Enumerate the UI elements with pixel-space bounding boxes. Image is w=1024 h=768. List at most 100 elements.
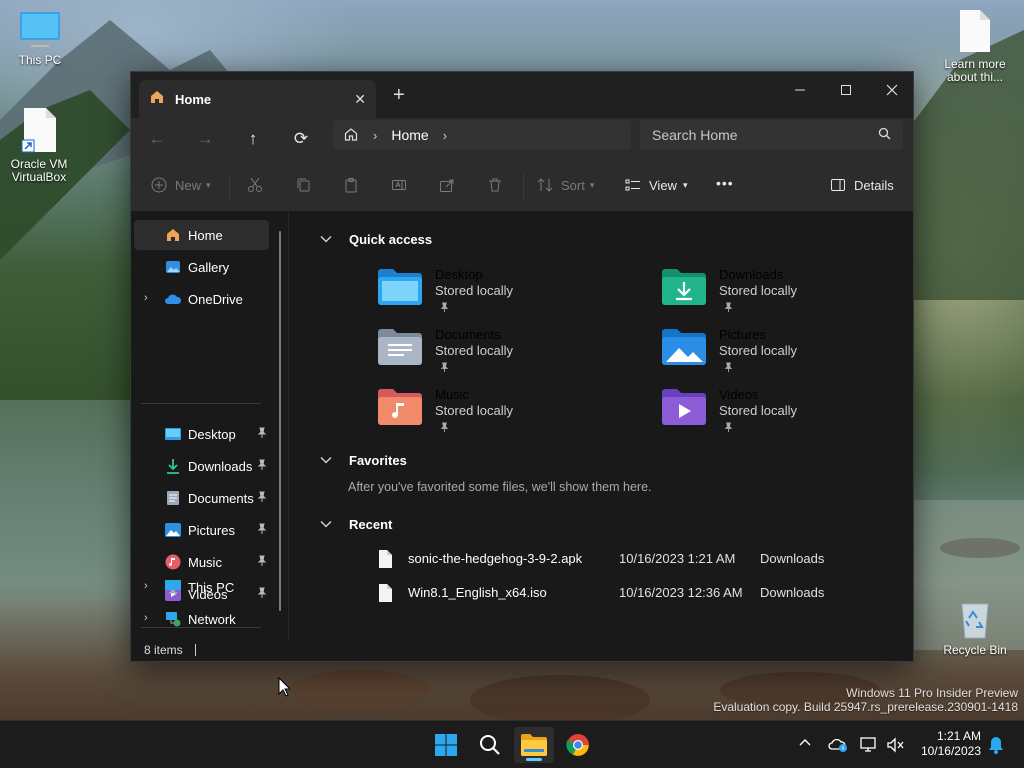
sort-label: Sort bbox=[561, 177, 585, 193]
chevron-right-icon[interactable]: › bbox=[144, 580, 148, 592]
sidebar-item-network[interactable]: › Network bbox=[134, 604, 269, 634]
search-button[interactable] bbox=[470, 727, 510, 763]
file-explorer-taskbar-button[interactable] bbox=[514, 727, 554, 763]
sidebar-item-home[interactable]: Home bbox=[134, 220, 269, 250]
table-row[interactable]: Win8.1_English_x64.iso 10/16/2023 12:36 … bbox=[376, 581, 846, 605]
taskbar-clock[interactable]: 1:21 AM 10/16/2023 bbox=[921, 729, 981, 759]
pin-icon[interactable] bbox=[257, 491, 267, 506]
sort-button[interactable]: Sort ▾ bbox=[537, 177, 594, 193]
recent-header[interactable]: Recent bbox=[319, 517, 392, 532]
documents-folder-icon bbox=[378, 329, 422, 365]
home-outline-icon[interactable] bbox=[343, 126, 359, 145]
forward-button[interactable]: → bbox=[191, 128, 219, 150]
sidebar-item-desktop[interactable]: Desktop bbox=[134, 419, 269, 449]
chevron-right-icon[interactable]: › bbox=[144, 612, 148, 624]
quick-access-videos[interactable]: Videos Stored locally bbox=[662, 385, 902, 441]
show-hidden-icons-button[interactable] bbox=[798, 736, 812, 753]
pin-icon bbox=[440, 422, 449, 432]
copy-icon bbox=[297, 178, 310, 192]
sidebar-item-pictures[interactable]: Pictures bbox=[134, 515, 269, 545]
search-input[interactable]: Search Home bbox=[640, 120, 903, 150]
pin-icon[interactable] bbox=[257, 555, 267, 570]
delete-button[interactable] bbox=[487, 177, 503, 193]
desktop-icon-recycle-bin[interactable]: Recycle Bin bbox=[935, 598, 1015, 657]
chevron-right-icon[interactable]: › bbox=[443, 128, 447, 143]
sidebar-divider bbox=[141, 403, 261, 404]
up-button[interactable]: ↑ bbox=[239, 128, 267, 150]
start-button[interactable] bbox=[426, 727, 466, 763]
sidebar-item-label: Downloads bbox=[188, 458, 253, 474]
close-icon bbox=[886, 84, 898, 96]
quick-access-music[interactable]: Music Stored locally bbox=[378, 385, 618, 441]
refresh-button[interactable]: ⟳ bbox=[287, 128, 315, 150]
pin-icon[interactable] bbox=[257, 459, 267, 474]
breadcrumb-home[interactable]: Home bbox=[391, 127, 428, 143]
new-button[interactable]: New ▾ bbox=[151, 177, 211, 193]
sidebar-item-downloads[interactable]: Downloads bbox=[134, 451, 269, 481]
desktop-icon-learn-more[interactable]: Learn more about thi... bbox=[935, 8, 1015, 84]
details-button[interactable]: Details bbox=[830, 177, 894, 193]
quick-access-pictures[interactable]: Pictures Stored locally bbox=[662, 325, 902, 381]
quick-access-documents[interactable]: Documents Stored locally bbox=[378, 325, 618, 381]
chevron-down-icon: ▾ bbox=[682, 179, 688, 190]
tile-subtitle: Stored locally bbox=[719, 343, 798, 358]
desktop-icon-label: Learn more about thi... bbox=[944, 57, 1006, 84]
volume-tray-icon[interactable] bbox=[886, 737, 904, 756]
pin-icon bbox=[724, 302, 733, 312]
onedrive-tray-icon[interactable] bbox=[828, 737, 848, 756]
tile-name: Documents bbox=[435, 327, 501, 342]
taskbar: 1:21 AM 10/16/2023 bbox=[0, 720, 1024, 768]
music-folder-icon bbox=[378, 389, 422, 425]
minimize-icon bbox=[795, 89, 805, 91]
gallery-icon bbox=[164, 258, 182, 276]
chrome-taskbar-button[interactable] bbox=[558, 727, 598, 763]
desktop-icon-label: Oracle VM VirtualBox bbox=[10, 157, 68, 184]
back-button[interactable]: ← bbox=[143, 128, 171, 150]
desktop-icon-this-pc[interactable]: This PC bbox=[0, 10, 80, 67]
videos-folder-icon bbox=[662, 389, 706, 425]
mouse-cursor bbox=[278, 677, 290, 697]
quick-access-desktop[interactable]: Desktop Stored locally bbox=[378, 265, 618, 321]
file-icon bbox=[379, 584, 392, 602]
scrollbar[interactable] bbox=[279, 231, 281, 611]
recycle-bin-icon bbox=[957, 598, 993, 640]
active-indicator bbox=[526, 758, 542, 761]
quick-access-header[interactable]: Quick access bbox=[319, 232, 432, 247]
quick-access-downloads[interactable]: Downloads Stored locally bbox=[662, 265, 902, 321]
desktop-icon-label: This PC bbox=[18, 53, 62, 67]
paste-button[interactable] bbox=[343, 177, 359, 193]
arrow-right-icon: → bbox=[196, 129, 214, 148]
favorites-header[interactable]: Favorites bbox=[319, 453, 407, 468]
more-options-button[interactable]: ••• bbox=[716, 175, 734, 191]
table-row[interactable]: sonic-the-hedgehog-3-9-2.apk 10/16/2023 … bbox=[376, 547, 846, 571]
sidebar-item-label: Home bbox=[188, 227, 223, 243]
view-button[interactable]: View ▾ bbox=[625, 177, 687, 193]
sidebar-item-gallery[interactable]: Gallery bbox=[134, 252, 269, 282]
details-label: Details bbox=[854, 177, 894, 193]
search-placeholder: Search Home bbox=[652, 127, 738, 143]
network-tray-icon[interactable] bbox=[860, 737, 878, 756]
cut-button[interactable] bbox=[247, 177, 263, 193]
chevron-right-icon[interactable]: › bbox=[373, 128, 377, 143]
tab-label: Home bbox=[175, 91, 212, 107]
share-button[interactable] bbox=[439, 177, 455, 193]
notifications-button[interactable] bbox=[988, 736, 1004, 757]
pin-icon[interactable] bbox=[257, 427, 267, 442]
sidebar-item-onedrive[interactable]: › OneDrive bbox=[134, 284, 269, 314]
chevron-right-icon[interactable]: › bbox=[144, 292, 148, 304]
sidebar-item-this-pc[interactable]: › This PC bbox=[134, 572, 269, 602]
trash-icon bbox=[489, 178, 501, 192]
sidebar-item-documents[interactable]: Documents bbox=[134, 483, 269, 513]
new-tab-button[interactable]: + bbox=[393, 84, 405, 107]
breadcrumb[interactable]: › Home › bbox=[333, 120, 631, 150]
tab-close-icon[interactable]: ✕ bbox=[354, 91, 366, 108]
rename-button[interactable] bbox=[391, 177, 407, 193]
view-list-icon bbox=[625, 179, 640, 191]
close-window-button[interactable] bbox=[869, 76, 915, 104]
copy-button[interactable] bbox=[295, 177, 311, 193]
minimize-button[interactable] bbox=[777, 76, 823, 104]
pin-icon[interactable] bbox=[257, 523, 267, 538]
maximize-button[interactable] bbox=[823, 76, 869, 104]
desktop-icon-oracle-vm[interactable]: Oracle VM VirtualBox bbox=[0, 106, 79, 184]
tab-home[interactable]: Home ✕ bbox=[139, 80, 376, 118]
